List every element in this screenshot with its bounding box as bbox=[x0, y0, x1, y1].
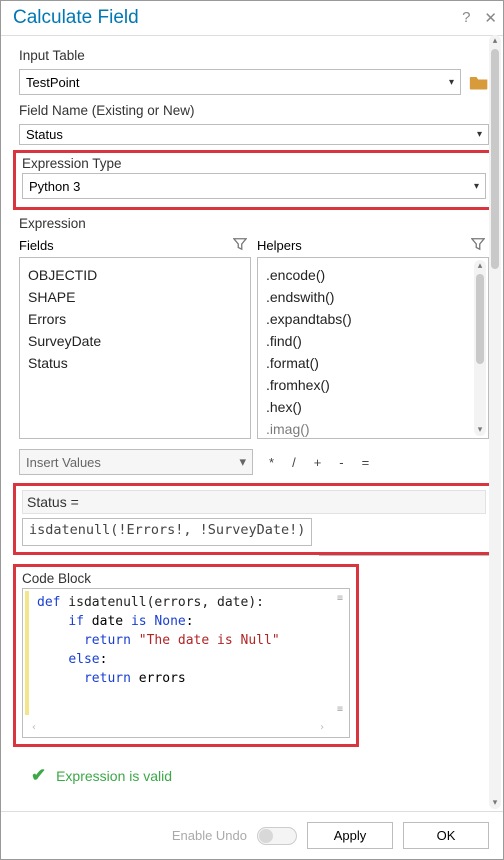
code-gutter bbox=[25, 591, 29, 715]
list-item[interactable]: .imag() bbox=[266, 418, 480, 439]
scroll-up-icon[interactable]: ▴ bbox=[474, 260, 486, 272]
expression-highlight: Status = isdatenull(!Errors!, !SurveyDat… bbox=[13, 483, 495, 555]
operator-minus[interactable]: - bbox=[339, 455, 343, 470]
input-table-row: TestPoint ▾ bbox=[19, 69, 489, 95]
expression-input[interactable]: isdatenull(!Errors!, !SurveyDate!) bbox=[22, 518, 312, 546]
filter-icon[interactable] bbox=[233, 237, 247, 254]
expression-type-select[interactable]: Python 3 ▾ bbox=[22, 173, 486, 199]
code-block-textarea[interactable]: def isdatenull(errors, date): if date is… bbox=[22, 588, 350, 738]
enable-undo-label: Enable Undo bbox=[172, 828, 247, 843]
helpers-listbox[interactable]: .encode() .endswith() .expandtabs() .fin… bbox=[257, 257, 489, 439]
input-table-select[interactable]: TestPoint ▾ bbox=[19, 69, 461, 95]
operators-row: * / + - = bbox=[259, 455, 489, 470]
scroll-thumb[interactable] bbox=[491, 49, 499, 269]
list-item[interactable]: .find() bbox=[266, 330, 480, 352]
ok-button[interactable]: OK bbox=[403, 822, 489, 849]
input-table-label: Input Table bbox=[19, 48, 489, 63]
expression-type-label: Expression Type bbox=[22, 156, 486, 171]
expression-type-highlight: Expression Type Python 3 ▾ bbox=[13, 150, 495, 210]
helpers-column: Helpers .encode() .endswith() .expandtab… bbox=[257, 237, 489, 439]
fields-helpers-section: Fields OBJECTID SHAPE Errors SurveyDate … bbox=[19, 237, 489, 439]
list-item[interactable]: .encode() bbox=[266, 264, 480, 286]
expression-input-wrap: isdatenull(!Errors!, !SurveyDate!) bbox=[22, 514, 486, 546]
list-item[interactable]: SHAPE bbox=[28, 286, 242, 308]
helpers-header: Helpers bbox=[257, 237, 489, 254]
field-name-label: Field Name (Existing or New) bbox=[19, 103, 489, 118]
list-item[interactable]: SurveyDate bbox=[28, 330, 242, 352]
helpers-label: Helpers bbox=[257, 238, 302, 253]
code-hscrollbar[interactable]: ‹ › bbox=[27, 722, 329, 734]
insert-values-select[interactable]: Insert Values ▾ bbox=[19, 449, 253, 475]
scroll-down-icon[interactable]: ▾ bbox=[474, 424, 486, 436]
operator-multiply[interactable]: * bbox=[269, 455, 274, 470]
list-item[interactable]: Status bbox=[28, 352, 242, 374]
browse-folder-icon[interactable] bbox=[469, 73, 489, 91]
fields-header: Fields bbox=[19, 237, 251, 254]
toggle-knob bbox=[259, 829, 273, 843]
code-vscrollbar[interactable]: ≡ ≡ bbox=[334, 593, 346, 715]
status-equals-label: Status = bbox=[22, 490, 486, 514]
field-name-select[interactable]: Status ▾ bbox=[19, 124, 489, 145]
dialog-title: Calculate Field bbox=[13, 7, 139, 29]
scroll-left-icon[interactable]: ‹ bbox=[31, 722, 37, 734]
check-icon: ✔ bbox=[31, 765, 46, 786]
stepper-up-icon[interactable]: ≡ bbox=[337, 593, 343, 604]
title-bar: Calculate Field ? ✕ bbox=[1, 1, 503, 36]
fields-listbox[interactable]: OBJECTID SHAPE Errors SurveyDate Status bbox=[19, 257, 251, 439]
panel-scrollbar[interactable]: ▴ ▾ bbox=[489, 35, 501, 809]
fields-column: Fields OBJECTID SHAPE Errors SurveyDate … bbox=[19, 237, 251, 439]
expression-label: Expression bbox=[19, 216, 489, 231]
insert-operators-row: Insert Values ▾ * / + - = bbox=[19, 449, 489, 475]
scroll-right-icon[interactable]: › bbox=[319, 722, 325, 734]
chevron-down-icon: ▾ bbox=[239, 454, 246, 470]
fields-label: Fields bbox=[19, 238, 54, 253]
input-table-value: TestPoint bbox=[26, 75, 79, 90]
operator-divide[interactable]: / bbox=[292, 455, 296, 470]
apply-button[interactable]: Apply bbox=[307, 822, 393, 849]
list-item[interactable]: .expandtabs() bbox=[266, 308, 480, 330]
content-area: Input Table TestPoint ▾ Field Name (Exis… bbox=[1, 36, 503, 786]
operator-equals[interactable]: = bbox=[362, 455, 370, 470]
footer-bar: Enable Undo Apply OK bbox=[1, 811, 503, 859]
titlebar-buttons: ? ✕ bbox=[462, 9, 497, 27]
chevron-down-icon: ▾ bbox=[449, 77, 454, 88]
list-item[interactable]: OBJECTID bbox=[28, 264, 242, 286]
validation-message: Expression is valid bbox=[56, 768, 172, 784]
field-name-value: Status bbox=[26, 127, 63, 142]
stepper-down-icon[interactable]: ≡ bbox=[337, 704, 343, 715]
insert-values-label: Insert Values bbox=[26, 455, 101, 470]
scroll-thumb[interactable] bbox=[476, 274, 484, 364]
chevron-down-icon: ▾ bbox=[477, 129, 482, 140]
code-block-highlight: Code Block def isdatenull(errors, date):… bbox=[13, 564, 359, 747]
operator-plus[interactable]: + bbox=[314, 455, 322, 470]
enable-undo-toggle[interactable] bbox=[257, 827, 297, 845]
expression-type-value: Python 3 bbox=[29, 179, 80, 194]
scrollbar[interactable]: ▴ ▾ bbox=[474, 260, 486, 436]
list-item[interactable]: .hex() bbox=[266, 396, 480, 418]
scroll-up-icon[interactable]: ▴ bbox=[489, 35, 501, 47]
list-item[interactable]: .format() bbox=[266, 352, 480, 374]
scroll-down-icon[interactable]: ▾ bbox=[489, 797, 501, 809]
list-item[interactable]: Errors bbox=[28, 308, 242, 330]
validation-row: ✔ Expression is valid bbox=[31, 765, 489, 786]
code-block-label: Code Block bbox=[22, 571, 350, 586]
close-icon[interactable]: ✕ bbox=[484, 9, 497, 27]
list-item[interactable]: .fromhex() bbox=[266, 374, 480, 396]
list-item[interactable]: .endswith() bbox=[266, 286, 480, 308]
chevron-down-icon: ▾ bbox=[474, 181, 479, 192]
help-icon[interactable]: ? bbox=[462, 9, 470, 27]
filter-icon[interactable] bbox=[471, 237, 485, 254]
code-content[interactable]: def isdatenull(errors, date): if date is… bbox=[37, 593, 345, 688]
